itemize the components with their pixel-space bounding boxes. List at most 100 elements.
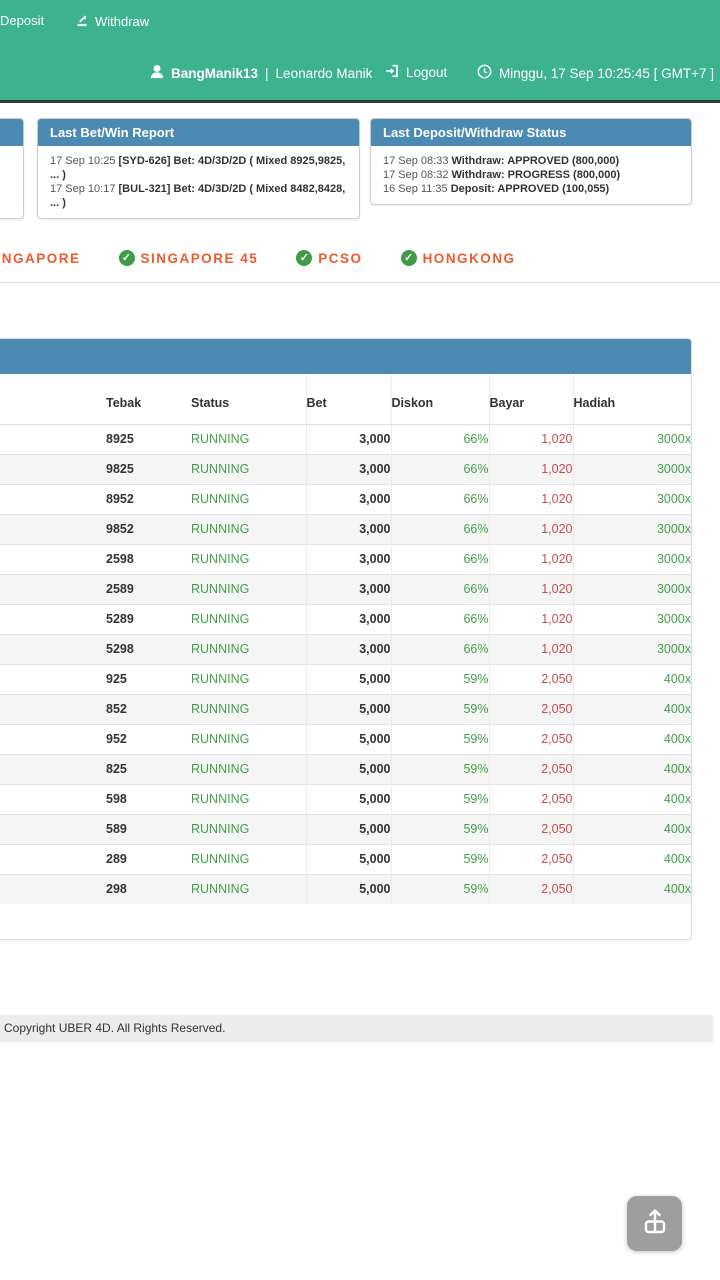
col-header-bet: Bet [306, 374, 391, 425]
bet-cell: 3,000 [306, 455, 391, 485]
game-cell: 4D [0, 545, 106, 575]
diskon-cell: 66% [391, 485, 489, 515]
card-bottom-padding [0, 904, 691, 939]
status-cell: RUNNING [191, 665, 306, 695]
bet-cell: 3,000 [306, 605, 391, 635]
diskon-cell: 66% [391, 545, 489, 575]
clock-icon [477, 64, 492, 82]
market-pcso[interactable]: ✓PCSO [296, 250, 362, 266]
datetime-box: Minggu, 17 Sep 10:25:45 [ GMT+7 ] [477, 64, 714, 82]
market-label: SINGAPORE [0, 251, 81, 266]
status-cell: RUNNING [191, 815, 306, 845]
tebak-cell: 5289 [106, 605, 191, 635]
status-cell: RUNNING [191, 605, 306, 635]
hadiah-cell: 400x [573, 815, 691, 845]
export-box-arrow-icon [639, 1205, 671, 1242]
hadiah-cell: 400x [573, 785, 691, 815]
tebak-cell: 9825 [106, 455, 191, 485]
diskon-cell: 59% [391, 845, 489, 875]
bet-table-row: 4D8925RUNNING3,00066%1,0203000x [0, 425, 691, 455]
top-header: Deposit Withdraw BangManik13 | Leonardo … [0, 0, 720, 100]
diskon-cell: 59% [391, 665, 489, 695]
bet-table-row: 4D8952RUNNING3,00066%1,0203000x [0, 485, 691, 515]
bet-cell: 3,000 [306, 575, 391, 605]
panel-last-bet-body: 17 Sep 10:25 [SYD-626] Bet: 4D/3D/2D ( M… [38, 146, 359, 218]
bayar-cell: 2,050 [489, 875, 573, 905]
logout-button[interactable]: Logout [385, 64, 447, 81]
game-cell: 3D [0, 755, 106, 785]
status-cell: RUNNING [191, 785, 306, 815]
bet-table-row: 3D598RUNNING5,00059%2,050400x [0, 785, 691, 815]
deposit-status-entry: 17 Sep 08:32 Withdraw: PROGRESS (800,000… [383, 169, 620, 181]
scroll-export-button[interactable] [627, 1196, 682, 1251]
diskon-cell: 59% [391, 815, 489, 845]
tebak-cell: 5298 [106, 635, 191, 665]
nav-deposit-label: Deposit [0, 13, 44, 28]
header-user-row: BangManik13 | Leonardo Manik Logout Ming… [0, 64, 720, 88]
user-separator: | [265, 66, 269, 81]
market-label: PCSO [318, 251, 362, 266]
game-cell: 3D [0, 845, 106, 875]
bet-table-row: 4D5298RUNNING3,00066%1,0203000x [0, 635, 691, 665]
markets-row: ✓SINGAPORE✓SINGAPORE 45✓PCSO✓HONGKONG [0, 250, 516, 266]
diskon-cell: 66% [391, 455, 489, 485]
tebak-cell: 825 [106, 755, 191, 785]
user-info[interactable]: BangManik13 | Leonardo Manik [150, 64, 372, 82]
tebak-cell: 8925 [106, 425, 191, 455]
status-cell: RUNNING [191, 425, 306, 455]
hadiah-cell: 3000x [573, 485, 691, 515]
col-header-tebak: Tebak [106, 374, 191, 425]
market-singapore[interactable]: ✓SINGAPORE [0, 250, 81, 266]
hadiah-cell: 400x [573, 665, 691, 695]
diskon-cell: 59% [391, 725, 489, 755]
bet-table-row: 3D852RUNNING5,00059%2,050400x [0, 695, 691, 725]
tebak-cell: 9852 [106, 515, 191, 545]
market-singapore-45[interactable]: ✓SINGAPORE 45 [119, 250, 259, 266]
hadiah-cell: 3000x [573, 605, 691, 635]
footer: Copyright UBER 4D. All Rights Reserved. [0, 1015, 713, 1042]
panel-cutoff-title [0, 119, 23, 146]
tebak-cell: 8952 [106, 485, 191, 515]
nav-withdraw[interactable]: Withdraw [75, 13, 149, 30]
game-cell: 4D [0, 605, 106, 635]
bet-table-row: 4D9852RUNNING3,00066%1,0203000x [0, 515, 691, 545]
game-cell: 4D [0, 485, 106, 515]
status-cell: RUNNING [191, 545, 306, 575]
logout-icon [385, 64, 400, 81]
game-cell: 3D [0, 785, 106, 815]
bet-table-row: 3D289RUNNING5,00059%2,050400x [0, 845, 691, 875]
tebak-cell: 289 [106, 845, 191, 875]
header-divider [0, 100, 720, 103]
status-cell: RUNNING [191, 575, 306, 605]
hadiah-cell: 3000x [573, 515, 691, 545]
tebak-cell: 598 [106, 785, 191, 815]
hadiah-cell: 3000x [573, 425, 691, 455]
status-cell: RUNNING [191, 875, 306, 905]
game-cell: 3D [0, 695, 106, 725]
nav-deposit[interactable]: Deposit [0, 13, 44, 28]
display-name: Leonardo Manik [276, 66, 373, 81]
diskon-cell: 59% [391, 695, 489, 725]
bayar-cell: 2,050 [489, 695, 573, 725]
hadiah-cell: 400x [573, 725, 691, 755]
col-header-bayar: Bayar [489, 374, 573, 425]
bayar-cell: 2,050 [489, 755, 573, 785]
bayar-cell: 2,050 [489, 725, 573, 755]
status-cell: RUNNING [191, 755, 306, 785]
page: Deposit Withdraw BangManik13 | Leonardo … [0, 0, 720, 1280]
tebak-cell: 589 [106, 815, 191, 845]
status-cell: RUNNING [191, 695, 306, 725]
bet-cell: 5,000 [306, 695, 391, 725]
diskon-cell: 66% [391, 515, 489, 545]
check-circle-icon: ✓ [119, 250, 135, 266]
bayar-cell: 1,020 [489, 455, 573, 485]
game-cell: 3D [0, 725, 106, 755]
market-hongkong[interactable]: ✓HONGKONG [401, 250, 516, 266]
panel-cutoff-body [0, 146, 23, 218]
bet-cell: 3,000 [306, 545, 391, 575]
bet-table-row: 3D589RUNNING5,00059%2,050400x [0, 815, 691, 845]
bet-table-row: 3D925RUNNING5,00059%2,050400x [0, 665, 691, 695]
bayar-cell: 2,050 [489, 785, 573, 815]
bet-cell: 5,000 [306, 875, 391, 905]
game-cell: 4D [0, 425, 106, 455]
